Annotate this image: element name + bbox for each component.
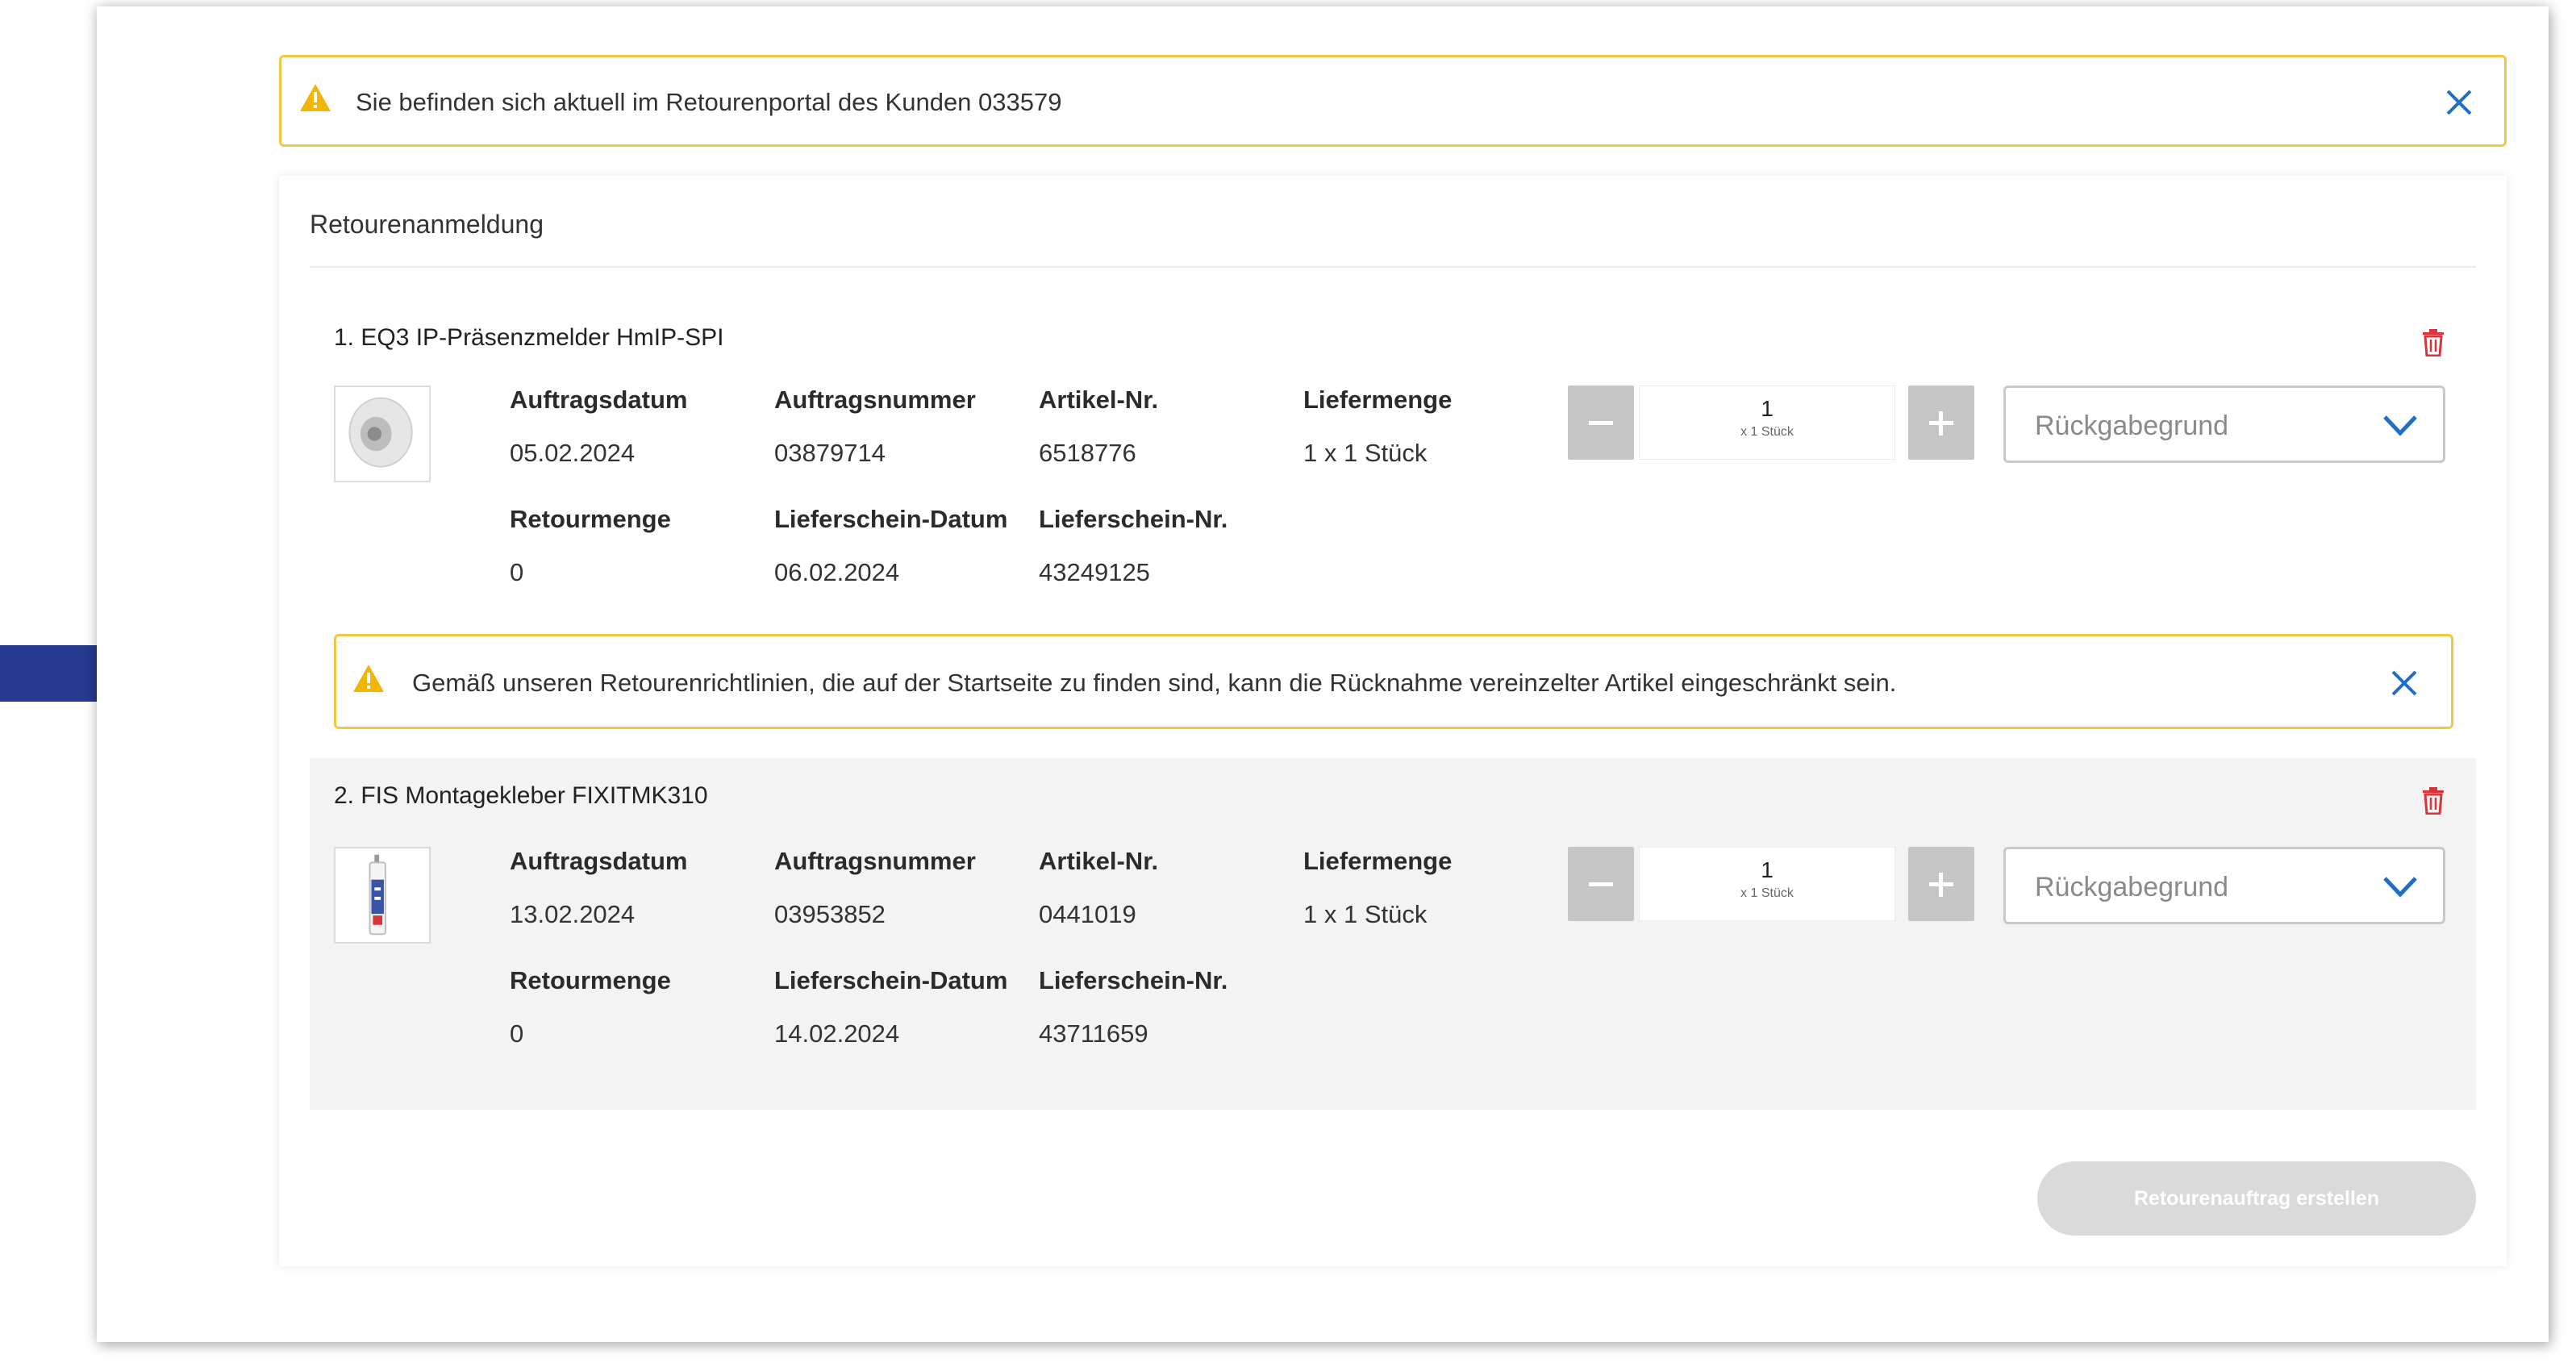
product-image — [334, 386, 431, 482]
adhesive-cartridge-image — [369, 854, 386, 936]
warning-icon — [300, 84, 331, 111]
article-number-label: Artikel-Nr. — [1039, 847, 1159, 875]
create-return-order-button[interactable]: Retourenauftrag erstellen — [2037, 1161, 2476, 1236]
quantity-unit: x 1 Stück — [1740, 425, 1794, 439]
quantity-decrease-button[interactable] — [1568, 386, 1634, 460]
delivery-quantity-value: 1 x 1 Stück — [1303, 439, 1428, 467]
return-quantity-value: 0 — [510, 1019, 524, 1048]
card-title: Retourenanmeldung — [310, 210, 544, 239]
chevron-down-icon — [2383, 415, 2417, 436]
product-image — [334, 847, 431, 944]
delivery-note-date-value: 14.02.2024 — [774, 1019, 900, 1048]
order-number-value: 03953852 — [774, 900, 886, 928]
item-title: 1. EQ3 IP-Präsenzmelder HmIP-SPI — [334, 324, 724, 351]
delivery-quantity-value: 1 x 1 Stück — [1303, 900, 1428, 928]
return-quantity-label: Retourmenge — [510, 505, 671, 533]
divider — [310, 266, 2476, 268]
quantity-increase-button[interactable] — [1908, 847, 1974, 921]
quantity-decrease-button[interactable] — [1568, 847, 1634, 921]
quantity-input[interactable]: 1 x 1 Stück — [1639, 386, 1895, 460]
chevron-down-icon — [2383, 877, 2417, 898]
article-number-label: Artikel-Nr. — [1039, 386, 1159, 414]
quantity-value: 1 — [1761, 857, 1774, 882]
quantity-unit: x 1 Stück — [1740, 886, 1794, 900]
customer-notice-text: Sie befinden sich aktuell im Retourenpor… — [356, 88, 1062, 116]
item-title: 2. FIS Montagekleber FIXITMK310 — [334, 782, 708, 809]
trash-icon[interactable] — [2421, 787, 2445, 815]
delivery-note-date-label: Lieferschein-Datum — [774, 505, 1008, 533]
trash-icon[interactable] — [2421, 329, 2445, 356]
article-number-value: 0441019 — [1039, 900, 1136, 928]
customer-notice-banner: Sie befinden sich aktuell im Retourenpor… — [279, 55, 2507, 147]
order-number-label: Auftragsnummer — [774, 386, 976, 414]
delivery-quantity-label: Liefermenge — [1303, 386, 1453, 414]
close-icon[interactable] — [2443, 86, 2475, 119]
return-quantity-label: Retourmenge — [510, 966, 671, 994]
delivery-note-number-value: 43711659 — [1039, 1019, 1148, 1048]
quantity-increase-button[interactable] — [1908, 386, 1974, 460]
delivery-quantity-label: Liefermenge — [1303, 847, 1453, 875]
return-reason-placeholder: Rückgabegrund — [2035, 411, 2229, 441]
return-portal-page: Sie befinden sich aktuell im Retourenpor… — [97, 6, 2549, 1342]
delivery-note-number-label: Lieferschein-Nr. — [1039, 505, 1228, 533]
delivery-note-date-label: Lieferschein-Datum — [774, 966, 1008, 994]
close-icon[interactable] — [2388, 667, 2420, 699]
order-date-label: Auftragsdatum — [510, 386, 688, 414]
return-policy-notice: Gemäß unseren Retourenrichtlinien, die a… — [334, 634, 2453, 729]
return-registration-card: Retourenanmeldung 1. EQ3 IP-Präsenzmelde… — [279, 176, 2507, 1266]
return-item: 1. EQ3 IP-Präsenzmelder HmIP-SPI Auftrag… — [310, 297, 2476, 627]
order-number-label: Auftragsnummer — [774, 847, 976, 875]
quantity-input[interactable]: 1 x 1 Stück — [1639, 847, 1895, 921]
delivery-note-number-label: Lieferschein-Nr. — [1039, 966, 1228, 994]
warning-icon — [353, 665, 384, 692]
return-policy-text: Gemäß unseren Retourenrichtlinien, die a… — [412, 669, 1897, 697]
return-item: 2. FIS Montagekleber FIXITMK310 Auftrags… — [310, 758, 2476, 1110]
order-date-value: 05.02.2024 — [510, 439, 636, 467]
order-date-label: Auftragsdatum — [510, 847, 688, 875]
return-reason-select[interactable]: Rückgabegrund — [2003, 386, 2445, 463]
delivery-note-number-value: 43249125 — [1039, 558, 1150, 586]
article-number-value: 6518776 — [1039, 439, 1136, 467]
order-date-value: 13.02.2024 — [510, 900, 636, 928]
motion-sensor-image — [348, 397, 413, 468]
quantity-value: 1 — [1761, 396, 1774, 421]
return-reason-placeholder: Rückgabegrund — [2035, 872, 2229, 902]
order-number-value: 03879714 — [774, 439, 886, 467]
return-quantity-value: 0 — [510, 558, 524, 586]
return-reason-select[interactable]: Rückgabegrund — [2003, 847, 2445, 924]
delivery-note-date-value: 06.02.2024 — [774, 558, 900, 586]
